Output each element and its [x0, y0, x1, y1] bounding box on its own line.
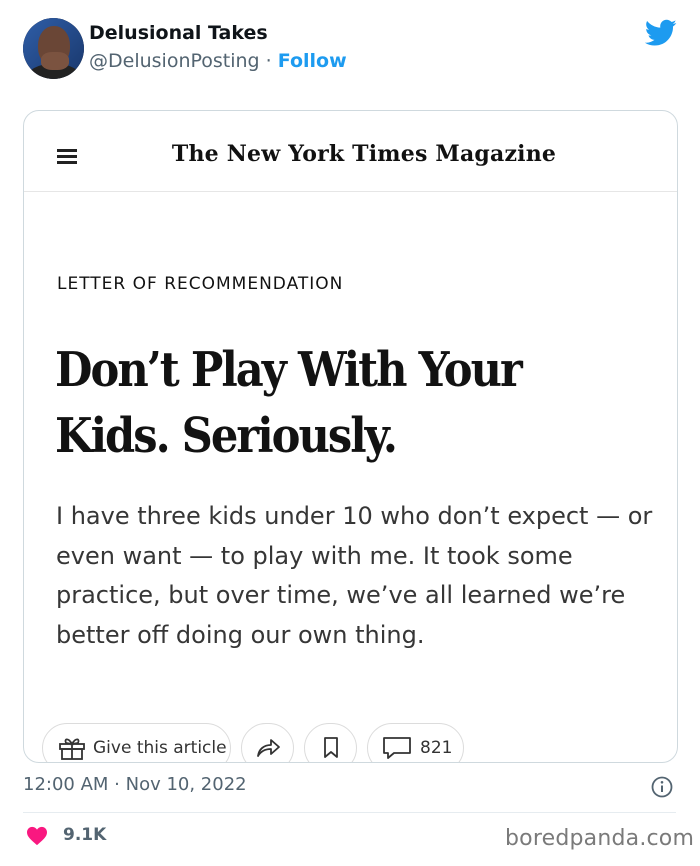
- share-button[interactable]: [241, 723, 294, 762]
- divider: [23, 812, 676, 813]
- info-icon[interactable]: [651, 776, 673, 798]
- share-icon: [256, 739, 280, 757]
- watermark: boredpanda.com: [505, 826, 695, 851]
- article-header-bar: The New York Times Magazine: [24, 111, 677, 192]
- masthead-logo: The New York Times Magazine: [171, 141, 557, 167]
- bookmark-icon: [323, 737, 338, 758]
- article-headline[interactable]: Don’t Play With Your Kids. Seriously.: [55, 337, 595, 469]
- comment-icon: [383, 737, 411, 759]
- gift-article-label: Give this article: [93, 738, 227, 758]
- menu-icon[interactable]: [57, 149, 77, 164]
- gift-article-button[interactable]: Give this article: [42, 723, 231, 762]
- twitter-bird-icon[interactable]: [645, 19, 677, 47]
- tweet-timestamp[interactable]: 12:00 AM · Nov 10, 2022: [23, 774, 247, 795]
- comments-button[interactable]: 821: [367, 723, 464, 762]
- article-summary: I have three kids under 10 who don’t exp…: [56, 502, 653, 649]
- author-name[interactable]: Delusional Takes: [89, 22, 268, 44]
- article-kicker: LETTER OF RECOMMENDATION: [57, 274, 344, 294]
- separator: ·: [259, 50, 278, 72]
- article-actions: Give this article 821: [42, 723, 662, 762]
- author-handle-row: @DelusionPosting · Follow: [89, 50, 347, 72]
- gift-icon: [59, 738, 85, 760]
- bookmark-button[interactable]: [304, 723, 357, 762]
- heart-icon[interactable]: [26, 826, 48, 846]
- follow-button[interactable]: Follow: [278, 50, 347, 72]
- avatar[interactable]: [23, 18, 84, 79]
- tweet-embed: Delusional Takes @DelusionPosting · Foll…: [0, 0, 700, 866]
- comment-count: 821: [420, 738, 453, 758]
- like-count[interactable]: 9.1K: [63, 825, 106, 845]
- author-handle[interactable]: @DelusionPosting: [89, 50, 260, 72]
- article-card[interactable]: The New York Times Magazine LETTER OF RE…: [23, 110, 678, 763]
